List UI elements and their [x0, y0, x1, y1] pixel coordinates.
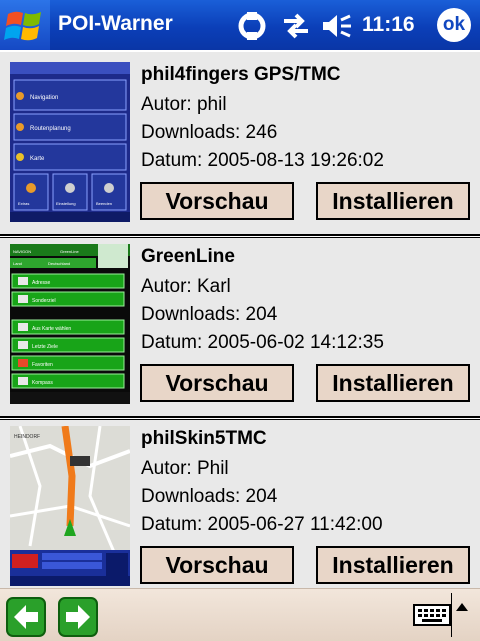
- thumb-label: Extras: [18, 201, 29, 206]
- skin-list: Navigation Routenplanung Karte Extras Ei…: [0, 52, 480, 598]
- divider: [0, 416, 480, 420]
- divider: [0, 234, 480, 238]
- skin-date: Datum: 2005-06-02 14:12:35: [141, 332, 384, 353]
- install-button[interactable]: Installieren: [316, 182, 470, 220]
- thumb-label: HEINDORF: [14, 434, 40, 440]
- skin-date: Datum: 2005-06-27 11:42:00: [141, 514, 383, 535]
- thumb-label: Favoriten: [32, 362, 53, 368]
- thumb-label: Einstellung: [56, 201, 76, 206]
- windows-logo-icon: [4, 11, 41, 41]
- thumb-label: Kompass: [32, 380, 53, 386]
- list-item: HEINDORF philSkin5TMC Autor: Phil Downlo…: [0, 416, 480, 598]
- command-bar: [0, 588, 480, 641]
- skin-name: GreenLine: [141, 246, 235, 267]
- list-item: Navigation Routenplanung Karte Extras Ei…: [0, 52, 480, 234]
- volume-icon[interactable]: [320, 10, 354, 42]
- thumb-label: Deutschland: [48, 261, 70, 266]
- skin-downloads: Downloads: 246: [141, 122, 278, 143]
- thumb-label: NAVIGON: [13, 249, 31, 254]
- keyboard-icon[interactable]: [412, 601, 452, 629]
- skin-downloads: Downloads: 204: [141, 304, 278, 325]
- skin-author: Autor: Phil: [141, 458, 229, 479]
- thumb-label: Letzte Ziele: [32, 344, 58, 350]
- preview-button[interactable]: Vorschau: [140, 546, 294, 584]
- back-arrow-icon[interactable]: [6, 597, 46, 637]
- clock[interactable]: 11:16: [362, 13, 415, 37]
- thumb-label: Sonderziel: [32, 298, 56, 304]
- preview-button[interactable]: Vorschau: [140, 182, 294, 220]
- skin-name: philSkin5TMC: [141, 428, 267, 449]
- preview-button[interactable]: Vorschau: [140, 364, 294, 402]
- divider: [451, 593, 452, 637]
- thumb-label: GreenLine: [60, 249, 79, 254]
- install-button[interactable]: Installieren: [316, 364, 470, 402]
- ok-button[interactable]: ok: [437, 8, 471, 42]
- thumb-label: Aus Karte wählen: [32, 326, 71, 332]
- skin-name: phil4fingers GPS/TMC: [141, 64, 341, 85]
- thumb-label: Land: [13, 261, 22, 266]
- thumb-label: Karte: [30, 156, 45, 162]
- skin-author: Autor: phil: [141, 94, 227, 115]
- skin-date: Datum: 2005-08-13 19:26:02: [141, 150, 384, 171]
- thumb-label: Beenden: [96, 201, 112, 206]
- preview-thumbnail: Navigation Routenplanung Karte Extras Ei…: [10, 62, 130, 222]
- skin-author: Autor: Karl: [141, 276, 231, 297]
- preview-thumbnail: HEINDORF: [10, 426, 130, 586]
- title-bar: POI-Warner 11:16 ok: [0, 0, 480, 50]
- thumb-label: Routenplanung: [30, 126, 71, 132]
- preview-thumbnail: NAVIGON GreenLine Land Deutschland Adres…: [10, 244, 130, 404]
- thumb-label: Adresse: [32, 280, 51, 286]
- list-item: NAVIGON GreenLine Land Deutschland Adres…: [0, 234, 480, 416]
- install-button[interactable]: Installieren: [316, 546, 470, 584]
- skin-downloads: Downloads: 204: [141, 486, 278, 507]
- input-menu-arrow-icon[interactable]: [456, 603, 468, 611]
- sync-icon[interactable]: [236, 10, 268, 42]
- forward-arrow-icon[interactable]: [58, 597, 98, 637]
- start-button[interactable]: [0, 0, 50, 50]
- connectivity-icon[interactable]: [280, 10, 312, 42]
- thumb-label: Navigation: [30, 95, 58, 101]
- window-title: POI-Warner: [58, 12, 173, 35]
